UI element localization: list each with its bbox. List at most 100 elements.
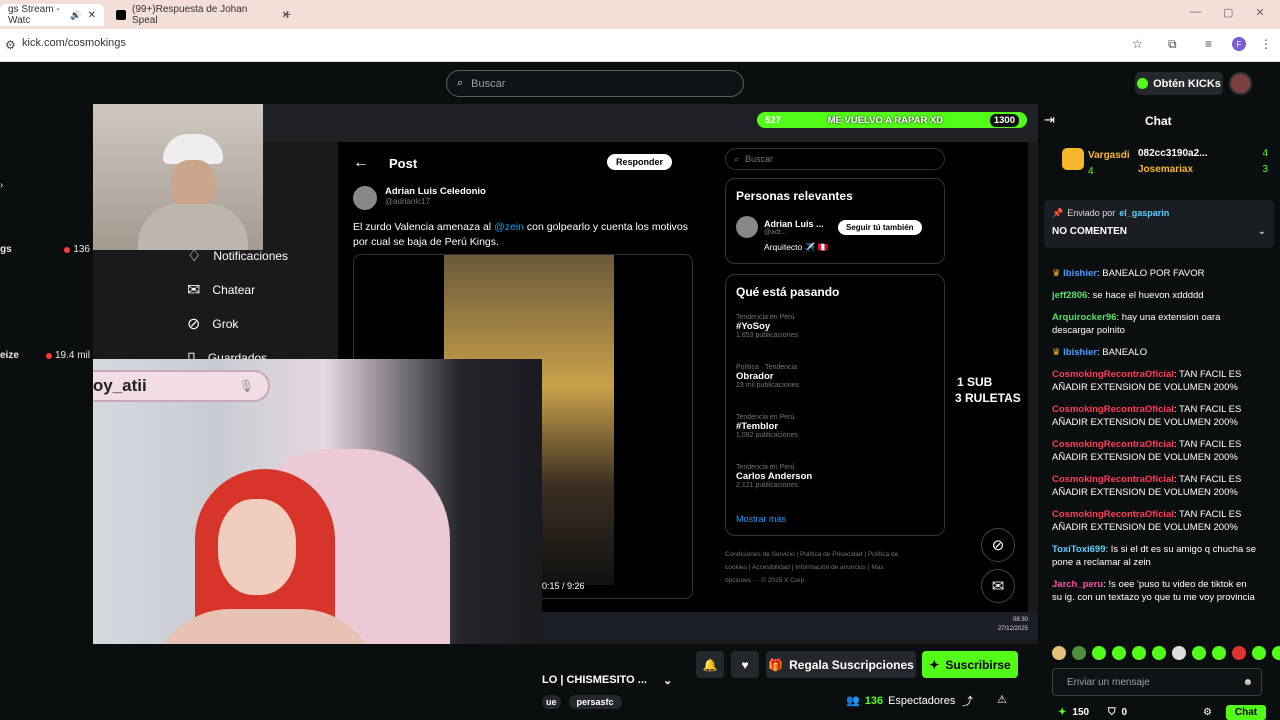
pinned-by: 📌 Enviado por el_gasparin <box>1052 208 1170 218</box>
trending-title: Qué está pasando <box>736 285 840 299</box>
emote-icon[interactable] <box>1272 646 1280 660</box>
extensions-icon[interactable]: ⧉ <box>1168 37 1177 52</box>
bookmark-star-icon[interactable]: ☆ <box>1132 37 1143 51</box>
sidebar-channel[interactable]: gs 136 <box>0 244 90 255</box>
settings-gear-icon[interactable]: ⚙ <box>1203 707 1212 718</box>
tag-chip[interactable]: persasfc <box>568 695 622 709</box>
instagram-overlay: ⌕ @soy_atii 🎙 <box>93 370 270 402</box>
channel-points[interactable]: ✦ 150 <box>1058 707 1089 718</box>
emote-icon[interactable] <box>1152 646 1166 660</box>
reply-button: Responder <box>607 154 673 170</box>
face-shape <box>171 160 215 210</box>
search-icon: ⌕ <box>734 153 740 164</box>
channel-name: gs <box>0 244 12 255</box>
author-avatar <box>353 186 377 210</box>
gift-subs-button[interactable]: 🎁 Regala Suscripciones <box>766 651 916 678</box>
leaderboard-others: 082cc3190a2... 4 Josemariax 3 <box>1138 148 1268 175</box>
chat-title: Chat <box>1145 114 1172 128</box>
emote-icon[interactable] <box>1172 646 1186 660</box>
menu-kebab-icon[interactable]: ⋮ <box>1260 37 1272 51</box>
emote-icon[interactable] <box>1052 646 1066 660</box>
emote-icon[interactable] <box>1192 646 1206 660</box>
close-icon[interactable]: ✕ <box>88 10 96 21</box>
get-kicks-button[interactable]: Obtén KICKs <box>1135 72 1223 95</box>
captured-taskbar: 08:30 27/12/2025 <box>542 612 1038 640</box>
emote-icon[interactable] <box>1212 646 1226 660</box>
subscribe-button[interactable]: ✦ Suscribirse <box>922 651 1018 678</box>
grok-icon: ⊘ <box>187 316 201 333</box>
stream-title: LO | CHISMESITO ... ⌄ <box>542 674 673 687</box>
badge-count[interactable]: ⛉ 0 <box>1108 707 1127 718</box>
speaker-icon[interactable]: 🔊 <box>70 10 81 21</box>
stream-video[interactable]: ♢Notificaciones ✉Chatear ⊘Grok ▯Guardado… <box>93 104 1038 644</box>
star-icon: ✦ <box>929 657 940 672</box>
relevant-title: Personas relevantes <box>736 189 853 203</box>
report-warning-icon[interactable]: ⚠ <box>997 693 1007 706</box>
tab-label: gs Stream - Watc <box>8 4 60 26</box>
sidebar-channel[interactable]: eize 19.4 mil <box>0 350 90 361</box>
minimize-button[interactable]: — <box>1190 6 1201 19</box>
nav-item: Grok <box>212 317 239 331</box>
tiktok-icon <box>116 10 126 20</box>
users-icon: 👥 <box>846 695 860 707</box>
chevron-right-icon[interactable]: › <box>0 180 3 191</box>
emote-icon[interactable] <box>1132 646 1146 660</box>
url-text[interactable]: kick.com/cosmokings <box>22 37 126 49</box>
browser-tab-active[interactable]: gs Stream - Watc 🔊 ✕ <box>0 4 104 26</box>
relevant-people-card: Personas relevantes Adrian Luis ... @adr… <box>725 178 945 264</box>
window-close-button[interactable]: ✕ <box>1255 6 1264 19</box>
chevron-down-icon[interactable]: ⌄ <box>663 674 672 687</box>
relevant-bio: Arquitecto ✈️ 🇵🇪 <box>764 242 829 252</box>
trend-item: Tendencia en Perú #Temblor 1,082 publicaci… <box>736 414 798 439</box>
instagram-handle: @soy_atii <box>93 376 147 395</box>
emote-icon[interactable] <box>1072 646 1086 660</box>
chat-input[interactable]: Enviar un mensaje ☻ <box>1052 668 1262 696</box>
badge-icon: ⛉ <box>1108 707 1116 718</box>
guest-webcam: ⌕ @soy_atii 🎙 <box>93 359 542 644</box>
pinned-message[interactable]: 📌 Enviado por el_gasparin NO COMENTEN ⌄ <box>1044 200 1274 248</box>
points-icon: ✦ <box>1058 707 1067 718</box>
face-shape <box>218 499 296 595</box>
share-icon[interactable]: ⤴ <box>962 693 973 709</box>
new-tab-button[interactable]: + <box>283 6 291 22</box>
profile-avatar-icon[interactable]: F <box>1232 37 1246 51</box>
chat-message: CosmokingRecontraOficial: TAN FACIL ES A… <box>1052 439 1242 463</box>
chevron-down-icon[interactable]: ⌄ <box>1258 226 1266 237</box>
tag-chip[interactable]: ue <box>542 695 561 709</box>
channel-viewers: 136 <box>64 244 90 255</box>
emote-icon[interactable] <box>1092 646 1106 660</box>
bell-icon: 🔔 <box>702 657 718 672</box>
follow-heart-button[interactable]: ♥ <box>731 651 759 678</box>
user-avatar[interactable] <box>1229 72 1252 95</box>
maximize-button[interactable]: ▢ <box>1223 6 1233 19</box>
search-input[interactable]: ⌕ Buscar <box>446 70 744 97</box>
media-control-icon[interactable]: ≡ <box>1205 37 1212 51</box>
chat-message: CosmokingRecontraOficial: TAN FACIL ES A… <box>1052 509 1242 533</box>
back-arrow-icon: ← <box>353 154 369 171</box>
body-shape <box>138 204 248 250</box>
address-bar: ⚙ kick.com/cosmokings ☆ ⧉ ≡ F ⋮ <box>0 29 1280 62</box>
nav-item: Notificaciones <box>213 249 289 263</box>
chat-message: CosmokingRecontraOficial: TAN FACIL ES A… <box>1052 474 1242 498</box>
emote-icon[interactable] <box>1232 646 1246 660</box>
sub-overlay: 1 SUB 3 RULETAS <box>955 375 1021 405</box>
emoji-icon[interactable]: ☻ <box>1242 677 1253 688</box>
trending-card: Qué está pasando Tendencia en Perú #YoSoy… <box>725 274 945 536</box>
notification-bell-button[interactable]: 🔔 <box>696 651 724 678</box>
collapse-chat-icon[interactable]: ⇥ <box>1044 112 1055 128</box>
send-chat-button[interactable]: Chat <box>1226 705 1266 720</box>
emote-icon[interactable] <box>1112 646 1126 660</box>
relevant-avatar <box>736 216 758 238</box>
author-handle: @adrianlc17 <box>385 197 431 206</box>
emote-icon[interactable] <box>1252 646 1266 660</box>
post-text: El zurdo Valencia amenaza al @zein con g… <box>353 221 688 248</box>
goal-progress-bar: 527 ME VUELVO A RAPAR XD 1300 <box>757 112 1027 128</box>
leaderboard-first: Vargasdi 4 <box>1088 150 1130 177</box>
microphone-icon: 🎙 <box>238 379 254 393</box>
goal-title: ME VUELVO A RAPAR XD <box>827 114 944 126</box>
channel-viewers: 19.4 mil <box>45 350 90 361</box>
site-settings-icon[interactable]: ⚙ <box>5 38 16 52</box>
browser-tab[interactable]: (99+)Respuesta de Johan Speal ✕ <box>108 4 298 26</box>
chat-message: jeff2806: se hace el huevon xddddd <box>1052 290 1204 301</box>
relevant-handle: @adr... <box>764 228 787 236</box>
